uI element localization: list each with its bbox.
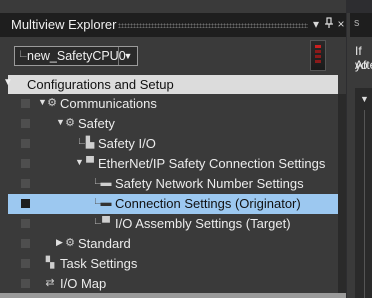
adjacent-panel-tab[interactable]: s [350, 13, 372, 37]
communications-icon: ⚙ [47, 97, 57, 109]
tree-item-connection-settings-originator[interactable]: ∟ ▬ Connection Settings (Originator) [8, 194, 338, 214]
multiview-explorer-panel: Multiview Explorer ▾ × ∟ new_SafetyCPU0 … [0, 0, 346, 298]
tree-item-safety-io[interactable]: ∟ ▙ Safety I/O [8, 134, 338, 154]
tree-item-io-assembly-settings-target[interactable]: ∟ ▀ I/O Assembly Settings (Target) [8, 214, 338, 234]
tree-item-standard[interactable]: ▶ ⚙ Standard [8, 234, 338, 254]
tree-item-safety[interactable]: ▼ ⚙ Safety [8, 114, 338, 134]
safety-cpu-device-icon [310, 40, 326, 71]
tree-item-ethernet-ip-safety-connection-settings[interactable]: ▼ ▀ EtherNet/IP Safety Connection Settin… [8, 154, 338, 174]
row-checkbox[interactable] [21, 119, 30, 128]
expand-arrow-icon[interactable]: ▼ [75, 157, 84, 167]
device-selector-dropdown[interactable]: ∟ new_SafetyCPU0 ▼ [14, 46, 138, 66]
safety-io-icon: ▙ [85, 137, 95, 149]
tree-item-label: Standard [78, 236, 131, 251]
standard-icon: ⚙ [65, 237, 75, 249]
tree-item-label: Safety [78, 116, 115, 131]
tree-item-label: I/O Map [60, 276, 107, 291]
close-icon[interactable]: × [334, 17, 348, 31]
adjacent-panel-text-line2: Afte [355, 58, 372, 72]
row-checkbox[interactable] [21, 239, 30, 248]
adjacent-tab-label: s [354, 17, 360, 29]
row-checkbox[interactable] [21, 259, 30, 268]
tree-item-label: Safety Network Number Settings [115, 176, 304, 191]
titlebar-drag-grip[interactable] [118, 23, 308, 28]
task-icon: ▚ [45, 257, 55, 269]
row-checkbox[interactable] [21, 99, 30, 108]
safety-icon: ⚙ [65, 117, 75, 129]
row-checkbox[interactable] [21, 139, 30, 148]
horizontal-scrollbar[interactable] [0, 293, 346, 298]
tree-item-label: Connection Settings (Originator) [115, 196, 301, 211]
tree-item-communications[interactable]: ▼ ⚙ Communications [8, 94, 338, 114]
tree-item-label: Communications [60, 96, 157, 111]
adjacent-panel-divider [364, 110, 365, 298]
tree-item-label: Safety I/O [98, 136, 156, 151]
assembly-icon: ▀ [102, 217, 110, 229]
row-checkbox[interactable] [21, 179, 30, 188]
explorer-title: Multiview Explorer [11, 17, 117, 32]
io-map-icon: ⇄ [45, 277, 55, 289]
connection-icon: ▬ [100, 197, 112, 209]
vertical-scrollbar[interactable] [338, 94, 346, 298]
device-selector-value: new_SafetyCPU0 [27, 49, 126, 63]
row-checkbox[interactable] [21, 219, 30, 228]
dropdown-menu-icon[interactable]: ▾ [309, 17, 323, 31]
tree-item-label: Task Settings [60, 256, 138, 271]
chevron-down-icon[interactable]: ▼ [118, 47, 137, 65]
tree-item-label: I/O Assembly Settings (Target) [115, 216, 291, 231]
explorer-titlebar: Multiview Explorer ▾ × [0, 13, 346, 37]
row-checkbox[interactable] [21, 279, 30, 288]
collapse-arrow-icon[interactable]: ▼ [3, 77, 13, 88]
network-icon: ▀ [86, 157, 94, 169]
tree-item-safety-network-number-settings[interactable]: ∟ ▬ Safety Network Number Settings [8, 174, 338, 194]
tree-item-label: EtherNet/IP Safety Connection Settings [98, 156, 326, 171]
tree-item-io-map[interactable]: ⇄ I/O Map [8, 274, 338, 294]
explorer-toolbar: ∟ new_SafetyCPU0 ▼ [0, 37, 346, 73]
section-title: Configurations and Setup [27, 77, 174, 92]
row-checkbox[interactable] [21, 159, 30, 168]
tree-item-task-settings[interactable]: ▚ Task Settings [8, 254, 338, 274]
row-checkbox[interactable] [21, 199, 30, 208]
section-configurations-and-setup[interactable]: ▼ Configurations and Setup [3, 75, 338, 94]
expand-arrow-icon[interactable]: ▼ [360, 94, 369, 104]
network-number-icon: ▬ [100, 177, 112, 189]
